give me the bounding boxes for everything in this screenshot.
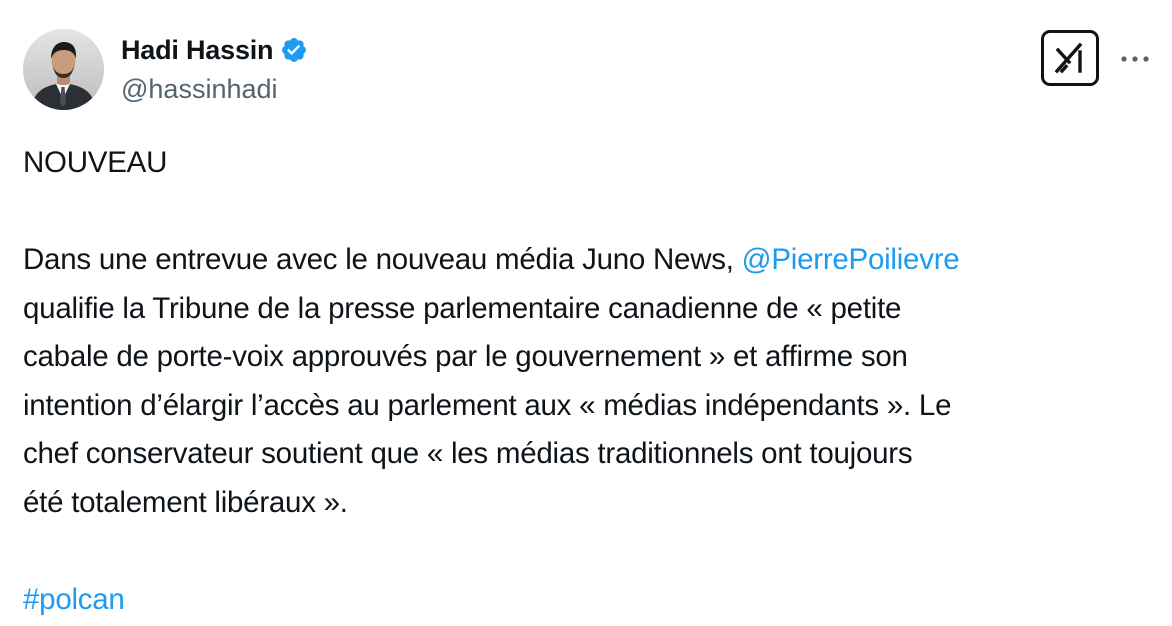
tweet-spacer [23, 527, 1148, 576]
tweet-spacer [23, 188, 1148, 237]
author-avatar[interactable] [23, 29, 104, 110]
more-options-icon [1121, 56, 1149, 62]
author-name-row[interactable]: Hadi Hassin [121, 33, 308, 67]
author-handle[interactable]: @hassinhadi [121, 74, 278, 105]
tweet-line: cabale de porte-voix approuvés par le go… [23, 340, 908, 373]
grok-icon [1054, 42, 1083, 74]
tweet-body: NOUVEAU Dans une entrevue avec le nouvea… [23, 139, 1148, 624]
tweet-line: été totalement libéraux ». [23, 485, 348, 519]
more-options-button[interactable] [1118, 44, 1152, 74]
verified-badge-icon[interactable] [280, 36, 308, 64]
hashtag-link[interactable]: #polcan [23, 583, 125, 616]
author-display-name[interactable]: Hadi Hassin [121, 35, 274, 66]
grok-button[interactable] [1041, 30, 1099, 86]
mention-link[interactable]: @PierrePoilievre [742, 243, 960, 276]
tweet-line: chef conservateur soutient que « les méd… [23, 437, 913, 470]
tweet-line-text: Dans une entrevue avec le nouveau média … [23, 243, 742, 276]
tweet-line: #polcan [23, 576, 1148, 625]
tweet-line: Dans une entrevue avec le nouveau média … [23, 236, 1148, 285]
tweet-line: NOUVEAU [23, 146, 168, 179]
avatar-photo [23, 29, 104, 110]
tweet-line: intention d’élargir l’accès au parlement… [23, 388, 952, 422]
tweet-line: qualifie la Tribune de la presse parleme… [23, 291, 902, 325]
